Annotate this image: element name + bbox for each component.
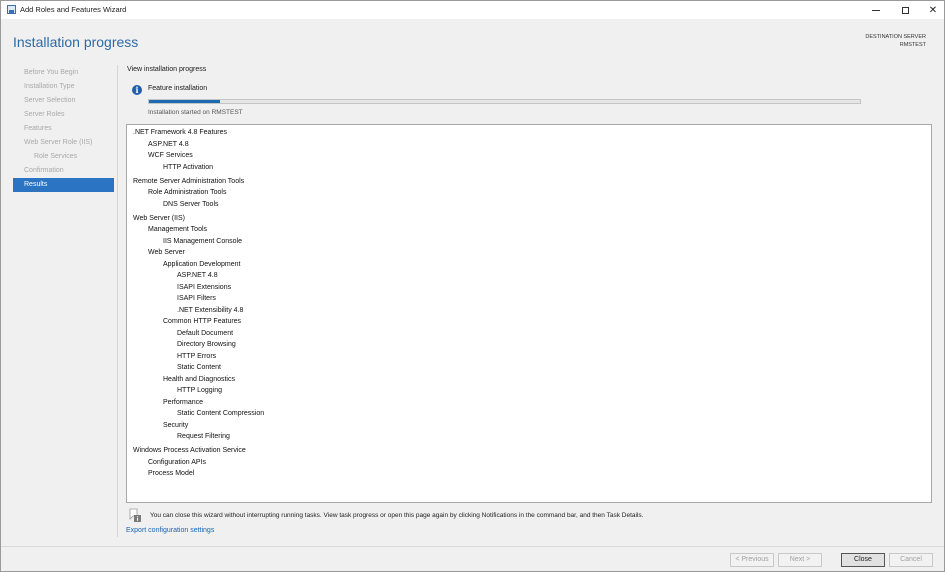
cancel-button[interactable]: Cancel xyxy=(889,553,933,567)
destination-server-name: RMSTEST xyxy=(899,42,926,48)
info-icon: i xyxy=(132,85,142,95)
maximize-button[interactable] xyxy=(890,1,920,19)
feature-item: ISAPI Filters xyxy=(177,295,216,302)
feature-item: Application Development xyxy=(163,260,241,268)
feature-item: Remote Server Administration Tools xyxy=(133,177,245,185)
feature-item: HTTP Logging xyxy=(177,387,223,394)
feature-item: IIS Management Console xyxy=(163,237,242,245)
feature-item: Request Filtering xyxy=(177,433,230,440)
nav-item-before-you-begin[interactable]: Before You Begin xyxy=(13,66,114,80)
nav-item-features[interactable]: Features xyxy=(13,122,114,136)
title-bar: Add Roles and Features Wizard ✕ xyxy=(1,1,944,19)
feature-item: Configuration APIs xyxy=(148,458,206,466)
nav-divider xyxy=(117,65,118,537)
export-settings-link[interactable]: Export configuration settings xyxy=(126,527,214,534)
close-icon: ✕ xyxy=(928,4,938,16)
nav-item-web-server-role-iis[interactable]: Web Server Role (IIS) xyxy=(13,136,114,150)
wizard-window: Add Roles and Features Wizard ✕ Installa… xyxy=(0,0,945,572)
wizard-nav: Before You Begin Installation Type Server … xyxy=(13,66,114,192)
nav-item-installation-type[interactable]: Installation Type xyxy=(13,80,114,94)
nav-item-confirmation[interactable]: Confirmation xyxy=(13,164,114,178)
feature-item: Default Document xyxy=(177,329,234,337)
destination-server: DESTINATION SERVER RMSTEST xyxy=(865,33,926,49)
nav-item-server-selection[interactable]: Server Selection xyxy=(13,94,114,108)
feature-item: .NET Extensibility 4.8 xyxy=(177,306,244,314)
feature-item: HTTP Errors xyxy=(177,352,217,360)
feature-item: Web Server xyxy=(148,249,185,256)
feature-item: Role Administration Tools xyxy=(148,189,227,196)
destination-label: DESTINATION SERVER xyxy=(865,34,926,40)
feature-item: Windows Process Activation Service xyxy=(133,447,246,454)
feature-item: Security xyxy=(163,421,189,429)
feature-item: Static Content xyxy=(177,364,221,371)
window-title: Add Roles and Features Wizard xyxy=(20,5,127,14)
button-bar-divider xyxy=(1,546,944,547)
close-window-button[interactable]: ✕ xyxy=(918,1,945,19)
feature-item: ISAPI Extensions xyxy=(177,283,232,291)
feature-item: Performance xyxy=(163,398,204,406)
feature-item: Static Content Compression xyxy=(177,410,265,417)
close-button[interactable]: Close xyxy=(841,553,885,567)
feature-item: .NET Framework 4.8 Features xyxy=(133,129,228,136)
feature-item: WCF Services xyxy=(148,152,193,159)
app-icon xyxy=(7,5,16,14)
feature-item: Management Tools xyxy=(148,226,208,233)
next-button[interactable]: Next > xyxy=(778,553,822,567)
previous-button[interactable]: < Previous xyxy=(730,553,774,567)
feature-item: ASP.NET 4.8 xyxy=(148,140,189,148)
nav-item-results[interactable]: Results xyxy=(13,178,114,192)
feature-item: ASP.NET 4.8 xyxy=(177,272,218,279)
feature-item: Web Server (IIS) xyxy=(133,214,185,222)
notification-flag-icon xyxy=(129,508,141,522)
feature-item: DNS Server Tools xyxy=(163,200,219,208)
section-subheading: View installation progress xyxy=(127,66,207,73)
feature-item: Directory Browsing xyxy=(177,341,236,348)
footer-note: You can close this wizard without interr… xyxy=(150,512,644,519)
feature-item: Process Model xyxy=(148,470,195,477)
progress-bar xyxy=(148,99,861,104)
feature-item: HTTP Activation xyxy=(163,163,214,171)
results-list[interactable]: .NET Framework 4.8 Features ASP.NET 4.8 WC… xyxy=(126,124,932,503)
status-text: Installation started on RMSTEST xyxy=(148,109,243,116)
status-title: Feature installation xyxy=(148,85,208,92)
minimize-icon xyxy=(872,9,880,11)
nav-item-server-roles[interactable]: Server Roles xyxy=(13,108,114,122)
nav-item-role-services[interactable]: Role Services xyxy=(13,150,114,164)
maximize-icon xyxy=(901,6,909,14)
progress-fill xyxy=(149,100,221,103)
page-title: Installation progress xyxy=(13,34,139,50)
feature-item: Health and Diagnostics xyxy=(163,375,235,383)
minimize-button[interactable] xyxy=(861,1,891,19)
feature-item: Common HTTP Features xyxy=(163,318,242,325)
